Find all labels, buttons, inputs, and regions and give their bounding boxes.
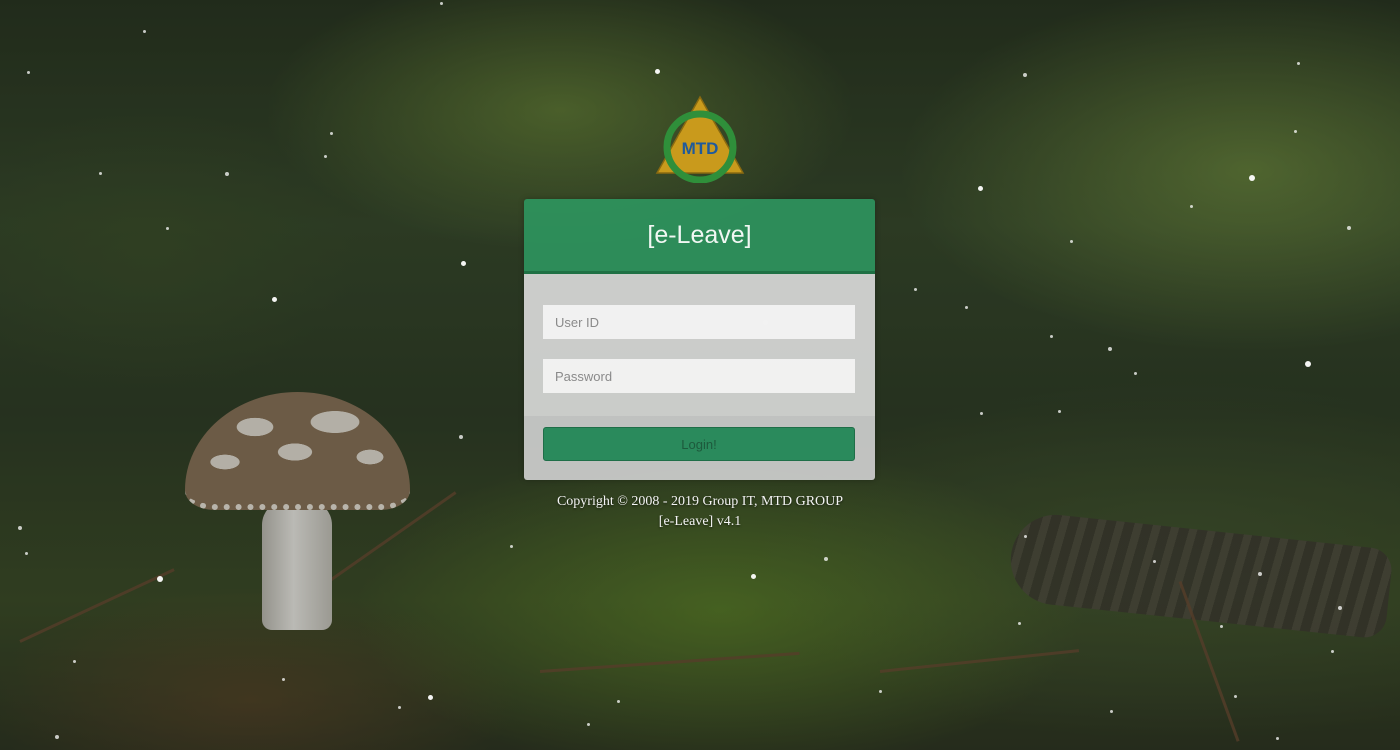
snow-dot [1018, 622, 1021, 625]
snow-dot [617, 700, 620, 703]
snow-dot [1276, 737, 1279, 740]
snow-dot [272, 297, 277, 302]
password-input[interactable] [543, 359, 855, 393]
snow-dot [1331, 650, 1334, 653]
user-id-input[interactable] [543, 305, 855, 339]
snow-dot [510, 545, 513, 548]
login-card-footer: Login! [524, 416, 875, 480]
snow-dot [1249, 175, 1255, 181]
snow-dot [879, 690, 882, 693]
snow-dot [965, 306, 968, 309]
snow-dot [330, 132, 333, 135]
snow-dot [1050, 335, 1053, 338]
snow-dot [1234, 695, 1237, 698]
snow-dot [27, 71, 30, 74]
copyright-text: Copyright © 2008 - 2019 Group IT, MTD GR… [556, 494, 844, 509]
snow-dot [225, 172, 229, 176]
snow-dot [978, 186, 983, 191]
app-title: [e-Leave] [647, 220, 752, 249]
login-card: [e-Leave] Login! [524, 199, 875, 480]
snow-dot [655, 69, 660, 74]
snow-dot [461, 261, 466, 266]
snow-dot [751, 574, 756, 579]
snow-dot [166, 227, 169, 230]
snow-dot [824, 557, 828, 561]
login-card-body [524, 274, 875, 416]
snow-dot [1297, 62, 1300, 65]
mtd-logo: MTD [655, 95, 745, 184]
mtd-triangle-logo-icon: MTD [655, 95, 745, 184]
snow-dot [324, 155, 327, 158]
snow-dot [18, 526, 22, 530]
snow-dot [1108, 347, 1112, 351]
snow-dot [1134, 372, 1137, 375]
snow-dot [1347, 226, 1351, 230]
snow-dot [1110, 710, 1113, 713]
snow-dot [398, 706, 401, 709]
snow-dot [459, 435, 463, 439]
snow-dot [25, 552, 28, 555]
snow-dot [914, 288, 917, 291]
snow-dot [55, 735, 59, 739]
version-text: [e-Leave] v4.1 [658, 514, 742, 529]
snow-dot [99, 172, 102, 175]
snow-dot [1338, 606, 1342, 610]
snow-dot [1305, 361, 1311, 367]
snow-dot [1070, 240, 1073, 243]
snow-dot [1294, 130, 1297, 133]
copyright-block: Copyright © 2008 - 2019 Group IT, MTD GR… [450, 492, 950, 532]
snow-dot [980, 412, 983, 415]
login-button[interactable]: Login! [543, 427, 855, 461]
snow-dot [157, 576, 163, 582]
snow-dot [1258, 572, 1262, 576]
login-card-header: [e-Leave] [524, 199, 875, 274]
snow-dot [1023, 73, 1027, 77]
snow-dot [282, 678, 285, 681]
snow-dot [1024, 535, 1027, 538]
snow-dot [1058, 410, 1061, 413]
snow-dot [1220, 625, 1223, 628]
snow-dot [428, 695, 433, 700]
snow-dot [143, 30, 146, 33]
snow-dot [587, 723, 590, 726]
snow-dot [1153, 560, 1156, 563]
snow-dot [1190, 205, 1193, 208]
snow-dot [73, 660, 76, 663]
snow-dot [440, 2, 443, 5]
logo-text: MTD [682, 139, 719, 158]
